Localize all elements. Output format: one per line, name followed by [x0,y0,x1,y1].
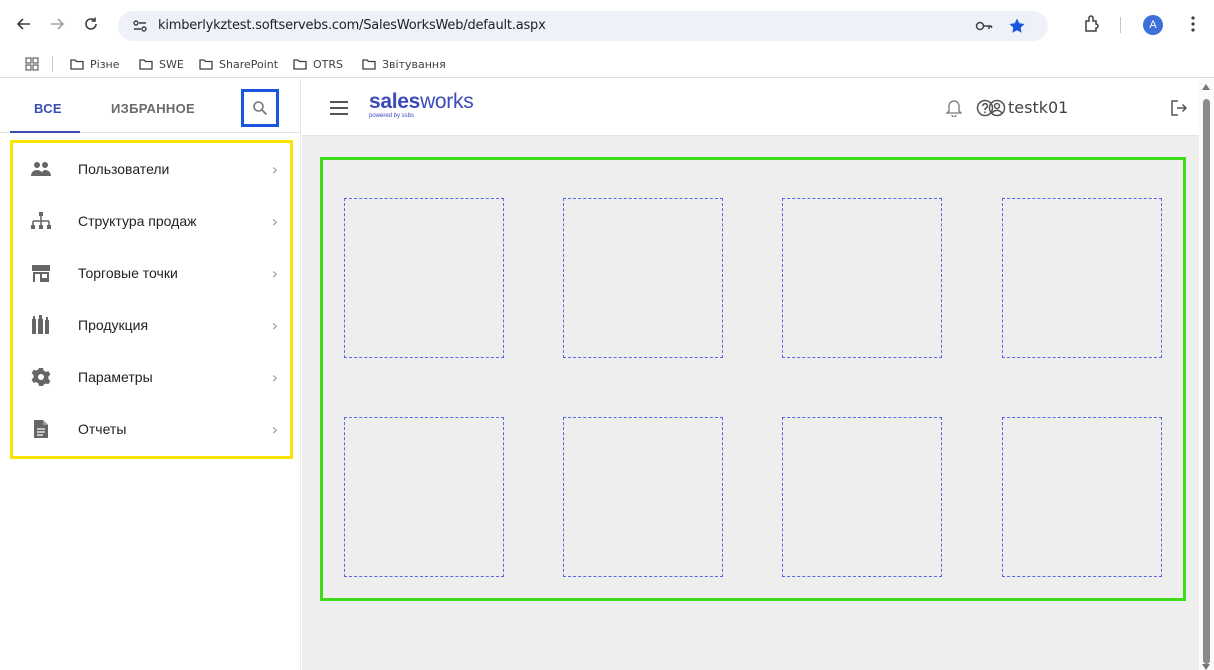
bookmarks-bar: Різне SWE SharePoint OTRS Звітування [0,50,1214,78]
scrollbar-thumb[interactable] [1203,99,1210,664]
username-label[interactable]: testk01 [1008,98,1068,117]
store-icon [29,261,53,285]
reload-icon [85,17,97,30]
bookmark-label: SWE [159,57,184,71]
bookmark-folder[interactable]: Звітування [362,55,446,73]
logo-tagline: powered by ssbs [369,113,415,119]
tab-all[interactable]: ВСЕ [34,101,62,116]
bookmark-folder[interactable]: Різне [70,55,120,73]
account-circle-icon [988,99,1006,117]
folder-icon [293,59,307,70]
bookmark-label: OTRS [313,57,344,71]
extensions-icon[interactable] [1082,14,1102,34]
bookmark-label: SharePoint [219,57,279,71]
folder-icon [199,59,213,70]
chevron-right-icon: › [271,315,278,335]
toolbar-divider [1120,17,1121,33]
bookmark-folder[interactable]: SWE [139,55,184,73]
tile-placeholder[interactable] [344,198,504,358]
document-icon [29,417,53,441]
forward-button[interactable] [47,14,67,34]
search-icon [253,101,268,116]
tile-placeholder[interactable] [1002,417,1162,577]
sidebar-item-sales-structure[interactable]: Структура продаж › [13,195,290,247]
kebab-menu-icon[interactable] [1183,14,1203,34]
sidebar-item-outlets[interactable]: Торговые точки › [13,247,290,299]
users-icon [29,157,53,181]
chevron-right-icon: › [271,211,278,231]
chevron-right-icon: › [271,159,278,179]
arrow-left-icon [16,18,30,30]
address-bar[interactable]: kimberlykztest.softservebs.com/SalesWork… [118,11,1048,41]
tile-placeholder[interactable] [344,417,504,577]
hamburger-menu-icon[interactable] [330,101,348,115]
hierarchy-icon [29,209,53,233]
salesworks-logo: salesworks powered by ssbs [369,90,474,119]
key-icon[interactable] [975,17,993,35]
chevron-right-icon: › [271,263,278,283]
page-scrollbar[interactable] [1199,79,1214,670]
scroll-up-arrow-icon[interactable] [1202,84,1210,90]
tiles-panel [320,157,1186,601]
products-icon [29,313,53,337]
reload-button[interactable] [81,14,101,34]
sidebar-item-label: Пользователи [78,161,170,177]
tile-placeholder[interactable] [1002,198,1162,358]
logout-icon[interactable] [1169,98,1189,118]
chevron-right-icon: › [271,419,278,439]
sidebar-item-reports[interactable]: Отчеты › [13,403,290,455]
user-account-button[interactable] [987,98,1007,118]
logo-light-text: works [420,90,474,113]
app-header: salesworks powered by ssbs testk01 [302,79,1199,136]
sidebar-search-button[interactable] [241,89,279,127]
sidebar-item-label: Структура продаж [78,213,197,229]
url-text: kimberlykztest.softservebs.com/SalesWork… [158,18,546,33]
sidebar-item-label: Отчеты [78,421,127,437]
chevron-right-icon: › [271,367,278,387]
profile-avatar[interactable]: A [1143,15,1163,35]
sidebar-item-label: Продукция [78,317,149,333]
bell-icon[interactable] [944,98,964,118]
sidebar: ВСЕ ИЗБРАННОЕ Пользователи › Структура п… [0,79,301,670]
browser-toolbar: kimberlykztest.softservebs.com/SalesWork… [0,0,1214,50]
gear-icon [29,365,53,389]
star-icon[interactable] [1008,17,1026,35]
folder-icon [139,59,153,70]
tile-placeholder[interactable] [563,198,723,358]
folder-icon [70,59,84,70]
apps-grid-icon[interactable] [25,57,39,71]
sidebar-item-products[interactable]: Продукция › [13,299,290,351]
tile-placeholder[interactable] [782,198,942,358]
sidebar-item-label: Торговые точки [78,265,178,281]
main-content: salesworks powered by ssbs testk01 [302,79,1199,670]
tab-favorites[interactable]: ИЗБРАННОЕ [111,101,195,116]
sidebar-item-users[interactable]: Пользователи › [13,143,290,195]
tile-placeholder[interactable] [782,417,942,577]
sidebar-item-label: Параметры [78,369,153,385]
back-button[interactable] [14,14,34,34]
site-info-icon[interactable] [132,18,148,34]
scroll-down-arrow-icon[interactable] [1202,664,1210,670]
bookmarks-divider [52,56,53,72]
arrow-right-icon [51,18,65,30]
logo-bold-text: sales [369,90,421,113]
bookmark-folder[interactable]: SharePoint [199,55,278,73]
active-tab-indicator [10,131,80,133]
bookmark-label: Звітування [382,57,446,71]
tile-placeholder[interactable] [563,417,723,577]
bookmark-folder[interactable]: OTRS [293,55,343,73]
bookmark-label: Різне [90,57,120,71]
folder-icon [362,59,376,70]
sidebar-item-parameters[interactable]: Параметры › [13,351,290,403]
